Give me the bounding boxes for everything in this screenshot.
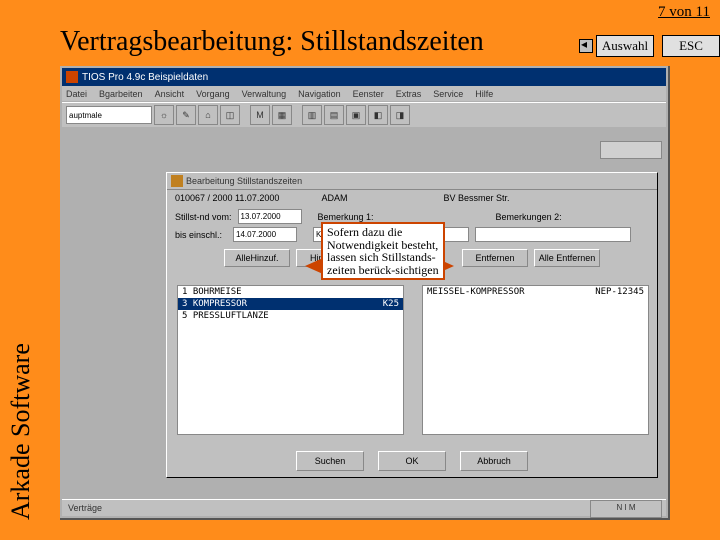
esc-button[interactable]: ESC [662,35,720,57]
from-field[interactable]: 13.07.2000 [238,209,302,224]
toolbar-button[interactable]: ◫ [220,105,240,125]
toolbar-scrollbar[interactable] [600,141,662,159]
toolbar-button[interactable]: ▦ [272,105,292,125]
menu-item[interactable]: Eenster [353,89,384,99]
window-title: TIOS Pro 4.9c Beispieldaten [62,68,666,86]
from-label: Stillst-nd vom: [175,212,232,222]
toolbar-button[interactable]: ◨ [390,105,410,125]
search-button[interactable]: Suchen [296,451,364,471]
menu-item[interactable]: Datei [66,89,87,99]
slide: 7 von 11 Auswahl ESC Vertragsbearbeitung… [0,0,720,540]
toolbar-button[interactable]: ☼ [154,105,174,125]
contract-id: 010067 / 2000 11.07.2000 [175,193,279,203]
list-item[interactable]: 1 BOHRMEISE [178,286,403,298]
app-window: TIOS Pro 4.9c Beispieldaten Datei Bgarbe… [60,66,670,520]
bv-label: BV Bessmer Str. [443,193,509,203]
auswahl-button[interactable]: Auswahl [596,35,654,57]
cancel-button[interactable]: Abbruch [460,451,528,471]
menu-item[interactable]: Navigation [298,89,341,99]
toolbar-button[interactable]: ⌂ [198,105,218,125]
status-text: Verträge [68,503,102,513]
selected-list[interactable]: MEISSEL-KOMPRESSORNEP-12345 [422,285,649,435]
toolbar: auptmale ☼ ✎ ⌂ ◫ M ▦ ▥ ▤ ▣ ◧ ◨ [62,102,666,127]
back-icon[interactable] [579,39,593,53]
dialog-title: Bearbeitung Stillstandszeiten [167,173,657,190]
callout-box: Sofern dazu die Notwendigkeit besteht, l… [321,222,445,280]
menu-item[interactable]: Hilfe [475,89,493,99]
statusbar: Verträge N I M [62,499,666,516]
list-item[interactable]: 5 PRESSLUFTLANZE [178,310,403,322]
available-list[interactable]: 1 BOHRMEISE 3 KOMPRESSORK25 5 PRESSLUFTL… [177,285,404,435]
dropdown-main[interactable]: auptmale [66,106,152,124]
dialog-actions: Suchen OK Abbruch [167,451,657,471]
list-item[interactable]: MEISSEL-KOMPRESSORNEP-12345 [423,286,648,298]
menu-item[interactable]: Verwaltung [242,89,287,99]
ok-button[interactable]: OK [378,451,446,471]
toolbar-button[interactable]: ▤ [324,105,344,125]
remove-button[interactable]: Entfernen [462,249,528,267]
remove-all-button[interactable]: Alle Entfernen [534,249,600,267]
user-name: ADAM [321,193,347,203]
dialog-title-text: Bearbeitung Stillstandszeiten [186,176,302,186]
menu-item[interactable]: Vorgang [196,89,230,99]
brand-label: Arkade Software [6,343,36,520]
toolbar-button[interactable]: ◧ [368,105,388,125]
list-item[interactable]: 3 KOMPRESSORK25 [178,298,403,310]
toolbar-button[interactable]: ▣ [346,105,366,125]
app-icon [66,71,78,83]
window-title-text: TIOS Pro 4.9c Beispieldaten [82,72,208,83]
menu-item[interactable]: Ansicht [155,89,185,99]
status-right: N I M [590,500,662,518]
menu-item[interactable]: Extras [396,89,422,99]
dialog-icon [171,175,183,187]
toolbar-button[interactable]: ✎ [176,105,196,125]
dialog-stillstandszeiten: Bearbeitung Stillstandszeiten 010067 / 2… [166,172,658,478]
bem2-field[interactable] [475,227,631,242]
menu-item[interactable]: Bgarbeiten [99,89,143,99]
toolbar-button[interactable]: ▥ [302,105,322,125]
till-label: bis einschl.: [175,230,222,240]
menubar[interactable]: Datei Bgarbeiten Ansicht Vorgang Verwalt… [62,86,666,101]
bem1-label: Bemerkung 1: [318,212,374,222]
add-all-button[interactable]: AlleHinzuf. [224,249,290,267]
menu-item[interactable]: Service [433,89,463,99]
till-field[interactable]: 14.07.2000 [233,227,297,242]
page-title: Vertragsbearbeitung: Stillstandszeiten [60,26,484,58]
page-counter: 7 von 11 [658,4,710,21]
bem2-label: Bemerkungen 2: [496,212,562,222]
toolbar-button[interactable]: M [250,105,270,125]
